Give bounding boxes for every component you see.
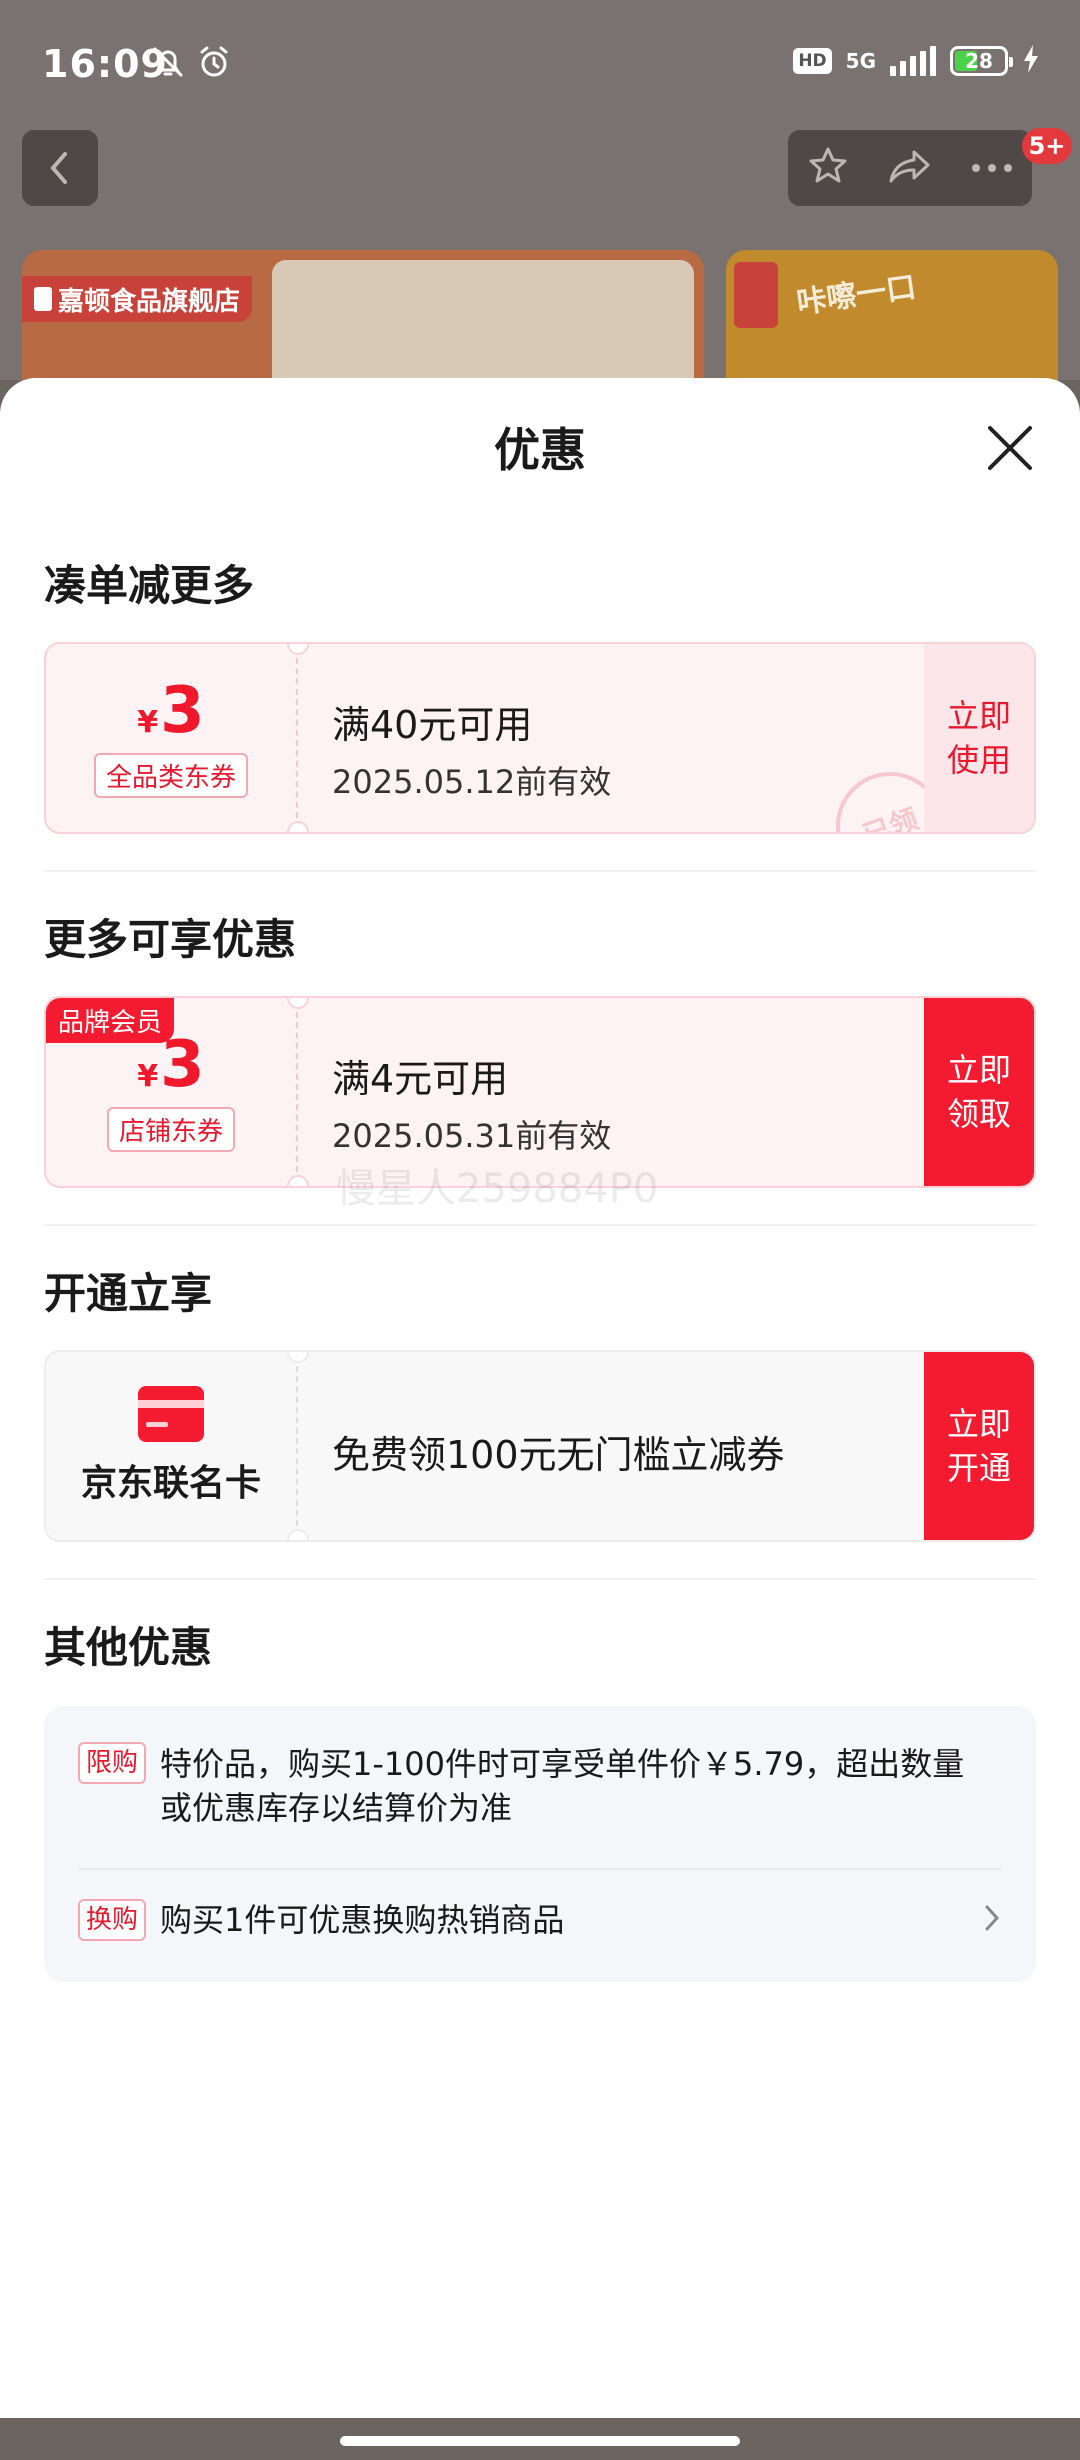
offer-text: 购买1件可优惠换购热销商品 (160, 1901, 565, 1939)
coupon-divider (296, 658, 298, 818)
coupon-notch (287, 1175, 309, 1186)
coupon-validity: 2025.05.12前有效 (332, 763, 612, 801)
coupon-notch (287, 821, 309, 832)
store-tag: 嘉顿食品旗舰店 (22, 276, 253, 322)
other-offers-box: 限购 特价品，购买1-100件时可享受单件价￥5.79，超出数量或优惠库存以结算… (44, 1706, 1036, 1982)
hd-badge: HD (793, 48, 832, 74)
close-icon (988, 426, 1032, 470)
alarm-icon (196, 44, 232, 84)
currency-symbol: ¥ (137, 1058, 159, 1094)
coupon-info: 满4元可用 2025.05.31前有效 (332, 1048, 611, 1157)
coupon-type-tag: 店铺东券 (106, 1106, 235, 1152)
home-indicator[interactable] (340, 2436, 740, 2446)
claim-now-button[interactable]: 立即领取 (924, 998, 1034, 1186)
store-name: 嘉顿食品旗舰店 (58, 286, 241, 317)
use-now-label: 立即使用 (946, 697, 1011, 779)
activate-button[interactable]: 立即开通 (924, 1352, 1034, 1540)
chevron-right-icon (982, 1902, 1002, 1938)
section-title: 更多可享优惠 (44, 915, 297, 964)
offer-text: 特价品，购买1-100件时可享受单件价￥5.79，超出数量或优惠库存以结算价为准 (160, 1745, 965, 1827)
coupon-divider (296, 1012, 298, 1172)
brand-logo-icon (734, 262, 778, 328)
claim-now-label: 立即领取 (946, 1051, 1011, 1133)
network-label: 5G (845, 49, 876, 73)
status-bar: 16:09 HD 5G 28 (0, 0, 1080, 130)
cobrand-card-offer: 京东联名卡 免费领100元无门槛立减券 立即开通 (44, 1350, 1036, 1542)
battery-icon: 28 (950, 46, 1013, 76)
trade-in-row[interactable]: 换购 购买1件可优惠换购热销商品 (78, 1898, 1002, 1942)
currency-symbol: ¥ (137, 704, 159, 740)
row-divider (78, 1868, 1002, 1870)
section-title: 开通立享 (44, 1269, 213, 1318)
card-value: 京东联名卡 (46, 1352, 296, 1540)
chevron-left-icon (50, 152, 67, 184)
coupon-type-tag: 全品类东券 (93, 752, 248, 798)
credit-card-icon (138, 1386, 204, 1442)
section-title: 凑单减更多 (44, 561, 255, 610)
member-tag: 品牌会员 (46, 998, 175, 1043)
offer-tag: 限购 (78, 1742, 147, 1784)
message-badge: 5+ (1022, 128, 1072, 164)
coupon-condition: 满4元可用 (332, 1057, 509, 1101)
offer-tag: 换购 (78, 1899, 147, 1941)
mute-bell-icon (150, 44, 186, 84)
section-divider (44, 870, 1036, 872)
close-button[interactable] (980, 418, 1040, 478)
share-icon[interactable] (886, 146, 934, 190)
section-divider (44, 1578, 1036, 1580)
charging-icon (1022, 44, 1040, 78)
activate-label: 立即开通 (946, 1405, 1011, 1487)
signal-icon (890, 46, 936, 76)
coupon-info: 满40元可用 2025.05.12前有效 (332, 694, 611, 803)
nav-actions (788, 130, 1032, 206)
discount-sheet: 优惠 凑单减更多 ¥ 3 全品类东券 满40元可用 2025.05.12前有效 … (0, 378, 1080, 2418)
coupon-divider (296, 1366, 298, 1526)
limited-purchase-row: 限购 特价品，购买1-100件时可享受单件价￥5.79，超出数量或优惠库存以结算… (78, 1742, 976, 1830)
sheet-title: 优惠 (494, 423, 586, 477)
favorite-star-icon[interactable] (806, 144, 850, 192)
watermark: 慢星人259884P0 (336, 1166, 659, 1212)
card-description: 免费领100元无门槛立减券 (332, 1433, 785, 1477)
coupon-notch (287, 1529, 309, 1540)
promo-slogan: 咔嚓一口 (794, 269, 919, 322)
coupon-validity: 2025.05.31前有效 (332, 1117, 612, 1155)
section-divider (44, 1224, 1036, 1226)
coupon-amount: 3 (160, 673, 205, 748)
coupon-amount: 3 (160, 1027, 205, 1102)
battery-level: 28 (965, 49, 993, 73)
use-now-button[interactable]: 立即使用 (924, 644, 1034, 832)
section-title: 其他优惠 (44, 1623, 213, 1672)
more-icon[interactable] (970, 159, 1014, 178)
card-name: 京东联名卡 (80, 1463, 261, 1504)
coupon-condition: 满40元可用 (332, 703, 533, 747)
back-button[interactable] (22, 130, 98, 206)
store-logo-icon (34, 287, 52, 311)
coupon-card: ¥ 3 全品类东券 满40元可用 2025.05.12前有效 已领 立即使用 (44, 642, 1036, 834)
coupon-value: ¥ 3 全品类东券 (46, 644, 296, 832)
